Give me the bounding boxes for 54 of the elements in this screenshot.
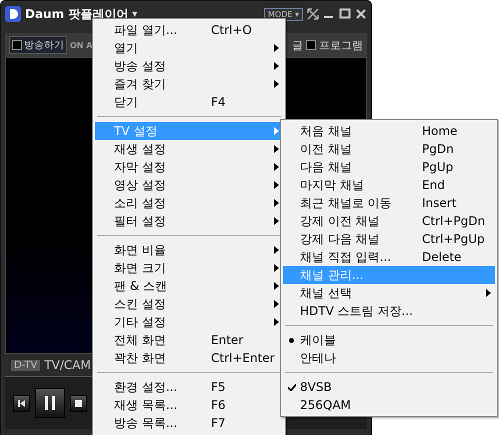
toolbar-label: 글 (292, 38, 303, 52)
menu-item[interactable]: 방송 목록... F7 (95, 414, 283, 432)
menu-item[interactable]: 방송 설정 (95, 57, 283, 75)
menu-item[interactable]: 환경 설정... F5 (95, 378, 283, 396)
menu-item[interactable]: 닫기 F4 (95, 93, 283, 111)
skip-back-icon (18, 400, 25, 406)
menu-item[interactable]: 케이블 (283, 331, 495, 349)
menu-item[interactable]: 필터 설정 (95, 212, 283, 230)
menu-item[interactable]: 전체 화면 Enter (95, 331, 283, 349)
menu-item[interactable]: 8VSB (283, 378, 495, 396)
menu-item[interactable]: 파일 열기... Ctrl+O (95, 21, 283, 39)
menu-item[interactable]: 자막 설정 (95, 158, 283, 176)
menu-item[interactable]: 즐겨 찾기 (95, 75, 283, 93)
menu-item[interactable]: 화면 크기 (95, 259, 283, 277)
mode-button[interactable]: MODE ▾ (264, 8, 303, 20)
window-title: Daum 팟플레이어 (25, 6, 128, 22)
pause-button[interactable] (35, 388, 65, 418)
menu-item[interactable]: 256QAM (283, 396, 495, 414)
menu-item[interactable]: 재생 설정 (95, 140, 283, 158)
stop-button[interactable] (70, 394, 87, 412)
fullscreen-icon[interactable] (307, 8, 319, 20)
on-air-label: ON A (70, 40, 92, 50)
app-logo-icon (5, 6, 21, 22)
menu-item[interactable]: 열기 (95, 39, 283, 57)
pause-icon (45, 396, 55, 410)
close-icon[interactable] (355, 8, 367, 20)
title-caret[interactable]: ▾ (132, 8, 138, 20)
menu-item[interactable]: 안테나 (283, 349, 495, 367)
menu-item[interactable]: 스킨 설정 (95, 295, 283, 313)
menu-item[interactable]: HDTV 스트림 저장... (283, 302, 495, 320)
menu-item[interactable]: 영상 설정 (95, 176, 283, 194)
previous-button[interactable] (13, 394, 30, 412)
menu-item[interactable]: 화면 비율 (95, 241, 283, 259)
menu-item[interactable]: 마지막 채널 End (283, 176, 495, 194)
menu-item[interactable]: 최근 채널로 이동 Insert (283, 194, 495, 212)
menu-item[interactable]: 기타 설정 (95, 313, 283, 331)
menu-item[interactable]: 처음 채널 Home (283, 122, 495, 140)
menu-item[interactable]: 소리 설정 (95, 194, 283, 212)
menu-item[interactable]: 강제 다음 채널 Ctrl+PgUp (283, 230, 495, 248)
maximize-icon[interactable] (339, 8, 351, 20)
menu-item[interactable]: 강제 이전 채널 Ctrl+PgDn (283, 212, 495, 230)
menu-item[interactable]: 이전 채널 PgDn (283, 140, 495, 158)
menu-item[interactable]: 채널 직접 입력... Delete (283, 248, 495, 266)
menu-item[interactable]: 재생 목록... F6 (95, 396, 283, 414)
stop-icon (75, 400, 82, 406)
dtv-badge: D-TV (11, 360, 40, 370)
menu-item[interactable]: 팬 & 스캔 (95, 277, 283, 295)
menu-item[interactable]: 채널 선택 (283, 284, 495, 302)
source-label: TV/CAM (44, 358, 91, 372)
menu-item[interactable]: 꽉찬 화면 Ctrl+Enter (95, 349, 283, 367)
broadcast-checkbox[interactable]: 방송하기 (9, 36, 67, 54)
program-label: 프로그램 (319, 38, 363, 52)
program-checkbox[interactable] (306, 40, 316, 50)
menu-item[interactable]: 다음 채널 PgUp (283, 158, 495, 176)
